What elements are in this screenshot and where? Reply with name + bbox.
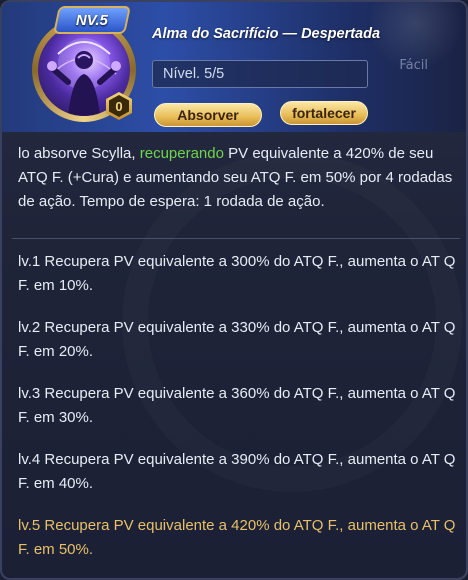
description-highlight: recuperando [139,145,224,162]
level-item-2: lv.2 Recupera PV equivalente a 330% do A… [18,319,456,360]
level-item-4: lv.4 Recupera PV equivalente a 390% do A… [18,451,456,492]
description-text: lo absorve Scylla, [18,145,140,162]
level-list: lv.1 Recupera PV equivalente a 300% do A… [18,250,458,578]
level-item-3: lv.3 Recupera PV equivalente a 360% do A… [18,385,456,426]
skill-detail-panel: Fácil NV.5 0 Alma do Sacrifício — Desper… [0,0,468,580]
level-field: Nível. 5/5 [152,60,368,88]
star-count-text: 0 [109,95,129,117]
absorb-button[interactable]: Absorver [154,103,262,127]
skill-description: lo absorve Scylla, recuperando PV equiva… [18,142,458,214]
strengthen-button[interactable]: fortalecer [280,101,368,125]
level-badge-text: NV.5 [76,11,108,29]
level-badge: NV.5 [53,6,131,34]
faded-label: Fácil [399,58,428,73]
level-item-1: lv.1 Recupera PV equivalente a 300% do A… [18,253,456,294]
level-item-5: lv.5 Recupera PV equivalente a 420% do A… [18,517,456,558]
skill-title: Alma do Sacrifício — Despertada [152,26,381,42]
section-divider [12,238,460,239]
skill-header: Fácil NV.5 0 Alma do Sacrifício — Desper… [2,2,466,132]
